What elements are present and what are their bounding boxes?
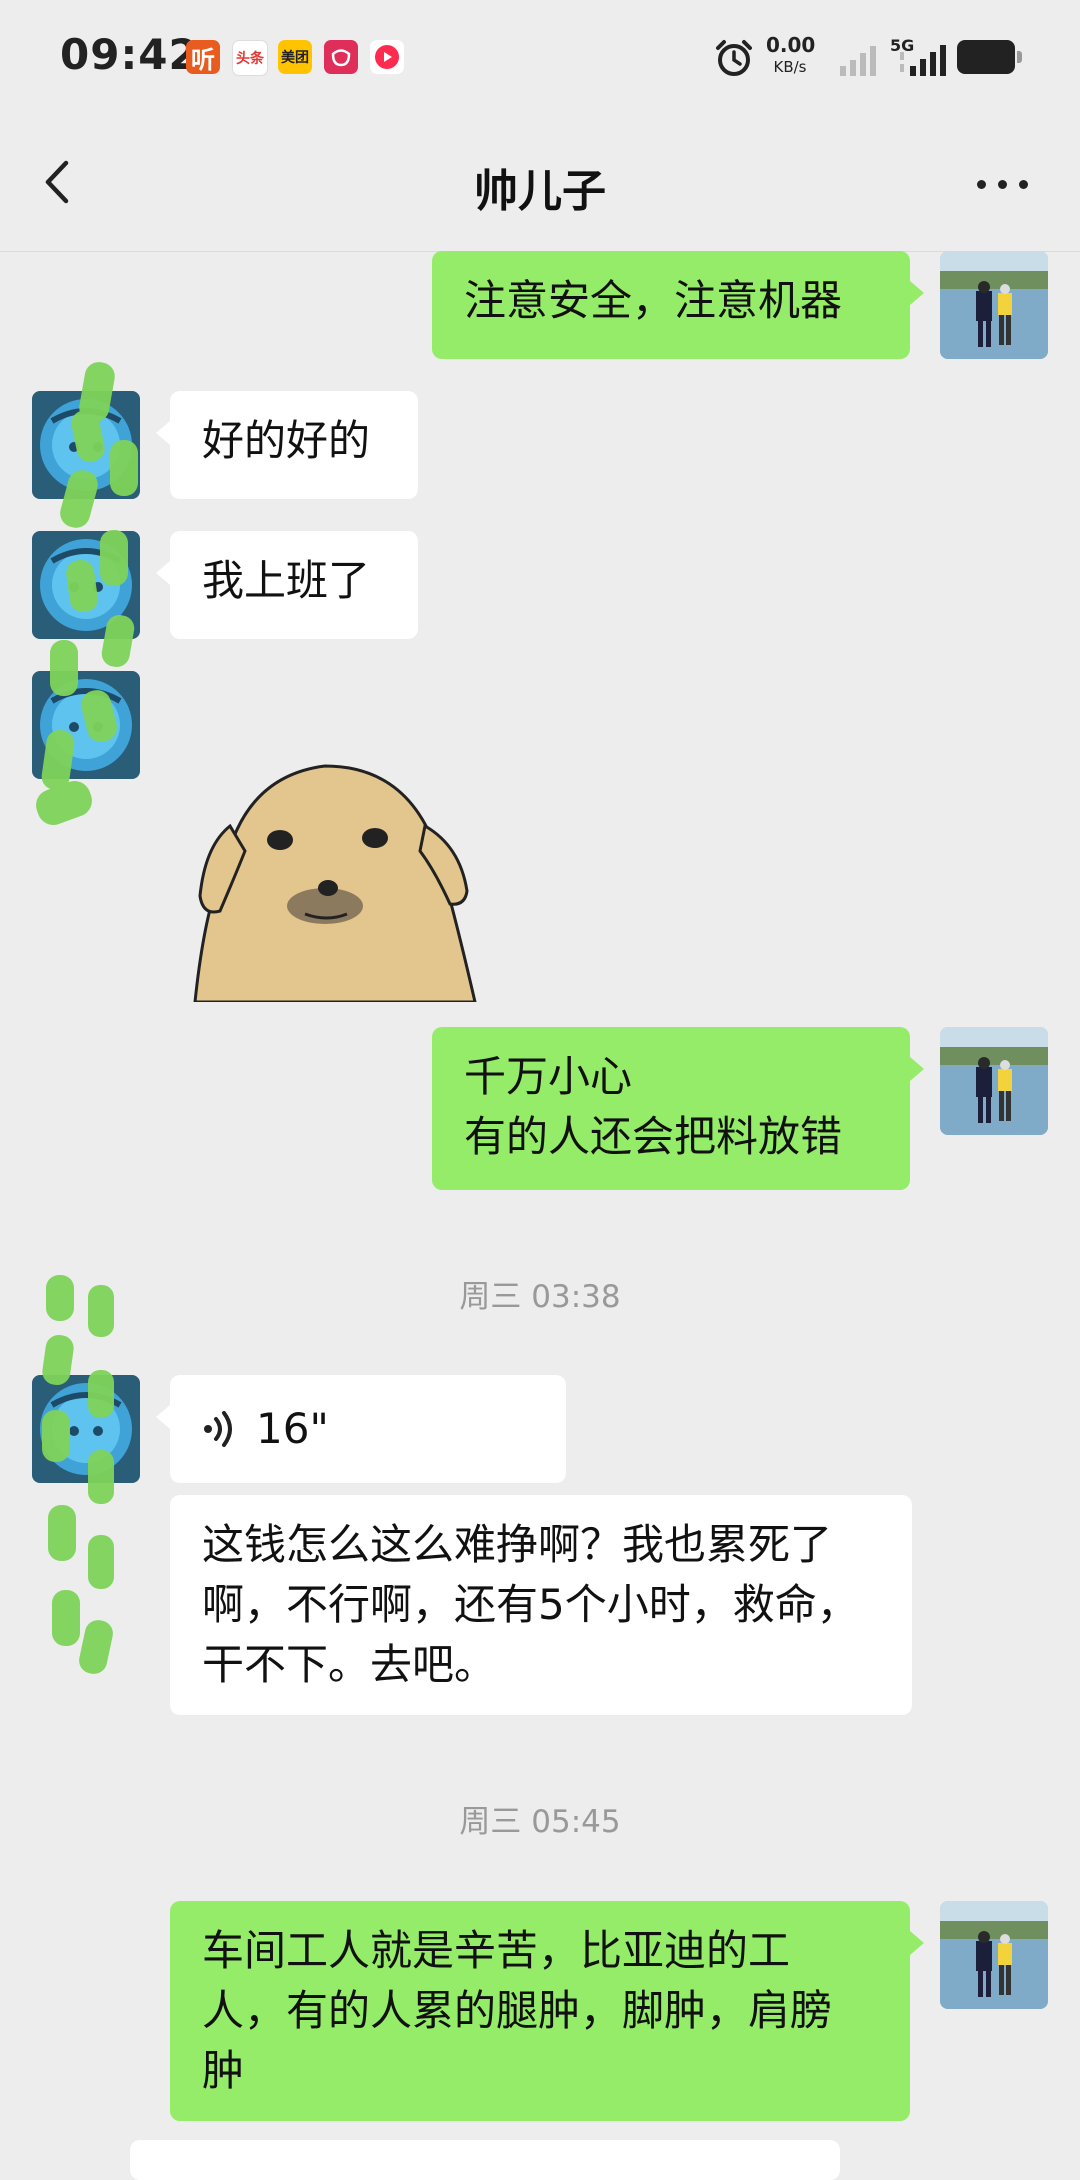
message-text-line: 啊，不行啊，还有5个小时，救命， [202,1580,859,1629]
status-time: 09:42 [60,30,199,79]
message-text-line: 肿 [202,2046,245,2095]
message-text-line: 千万小心 [464,1052,633,1101]
dog-sticker[interactable] [185,756,495,1002]
net-speed: 0.00 KB/s [766,33,816,76]
message-text-line: 有的人还会把料放错 [464,1112,843,1161]
my-avatar[interactable] [940,1901,1048,2009]
voice-wave-icon [204,1411,232,1447]
chat-timestamp: 周三 05:45 [459,1804,621,1840]
message-text: 好的好的 [202,416,371,465]
ting-app-icon: 听 [186,40,220,74]
more-options-icon[interactable] [975,171,1031,195]
status-bar: 09:42 听 头条 美团 0.00 KB/s 5G [0,0,1080,115]
chat-timestamp: 周三 03:38 [459,1279,621,1315]
contact-avatar[interactable] [32,671,140,779]
message-text: 我上班了 [202,556,371,605]
contact-message-bubble[interactable]: 这钱怎么这么难挣啊？我也累死了 啊，不行啊，还有5个小时，救命， 干不下。去吧。 [170,1495,912,1715]
my-avatar[interactable] [940,1027,1048,1135]
contact-message-bubble[interactable]: 好的好的 [156,391,418,499]
voice-duration: 16" [256,1404,329,1453]
my-avatar[interactable] [940,251,1048,359]
message-text-line: 干不下。去吧。 [202,1640,497,1689]
input-bar-edge[interactable] [130,2140,840,2180]
message-text-line: 人，有的人累的腿肿，脚肿，肩膀 [202,1986,833,2035]
chat-header: 帅儿子 [0,115,1080,252]
contact-avatar[interactable] [32,531,140,639]
contact-avatar[interactable] [32,1375,140,1483]
video-app-icon [370,40,404,74]
voice-message-bubble[interactable]: 16" [156,1375,566,1483]
message-text: 注意安全，注意机器 [464,276,843,325]
my-message-bubble[interactable]: 车间工人就是辛苦，比亚迪的工 人，有的人累的腿肿，脚肿，肩膀 肿 [170,1901,924,2121]
contact-message-bubble[interactable]: 我上班了 [156,531,418,639]
meituan-app-icon: 美团 [278,40,312,74]
my-message-bubble[interactable]: 千万小心 有的人还会把料放错 [432,1027,924,1190]
message-list[interactable]: 注意安全，注意机器 好的好的 我上班了 千万小心 有的人还会把料放错 周三 03… [0,251,1080,2160]
my-message-bubble[interactable]: 注意安全，注意机器 [432,251,924,359]
toutiao-app-icon: 头条 [232,40,268,76]
contact-avatar[interactable] [32,391,140,499]
chat-title: 帅儿子 [474,166,606,217]
pinduoduo-app-icon [324,40,358,74]
signal-sim1-icon [840,46,876,76]
battery-icon [957,40,1022,74]
signal-sim2-icon [900,45,946,76]
message-text-line: 车间工人就是辛苦，比亚迪的工 [202,1926,791,1975]
alarm-icon [716,40,752,76]
message-text-line: 这钱怎么这么难挣啊？我也累死了 [202,1520,833,1569]
